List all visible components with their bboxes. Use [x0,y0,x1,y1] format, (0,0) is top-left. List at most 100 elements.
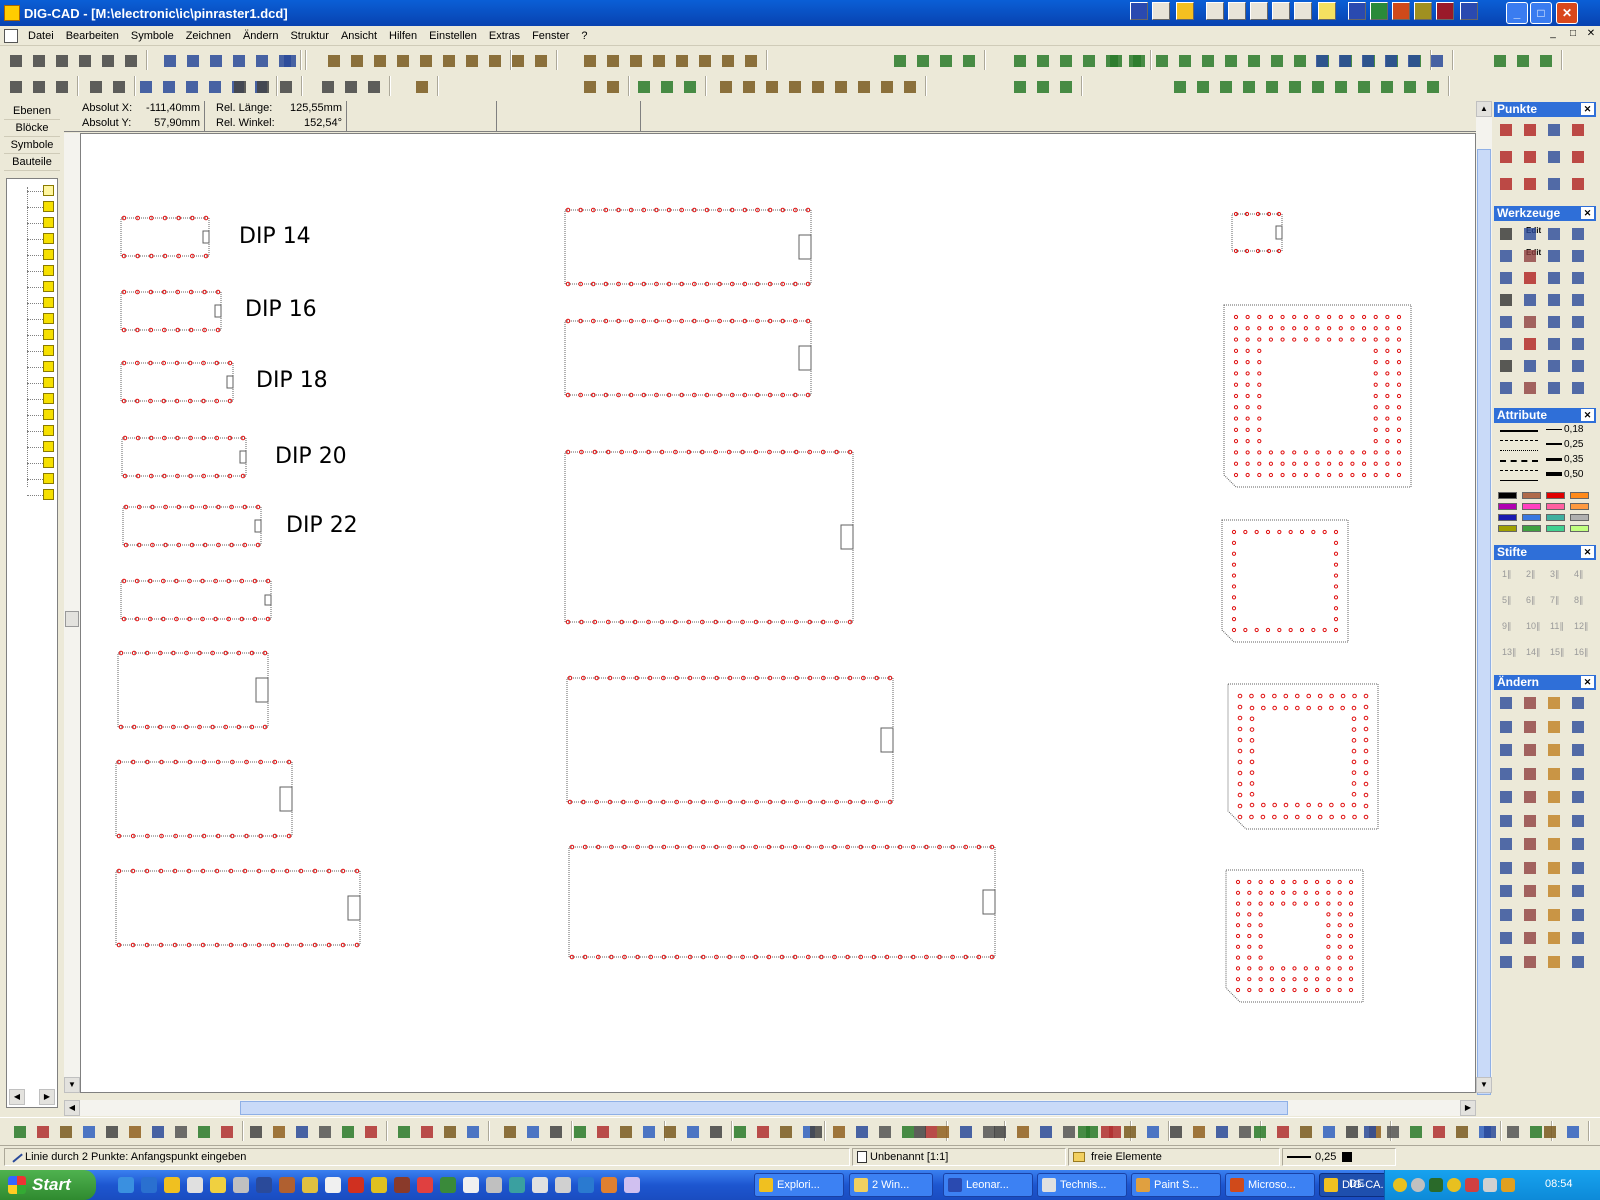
pin-pad[interactable] [1373,461,1378,466]
pin-pad[interactable] [1333,540,1339,545]
toolbar-button[interactable] [1513,51,1531,69]
line-width-018[interactable]: 0,18 [1546,424,1583,435]
modify-tool-icon[interactable] [1568,693,1588,713]
pin-pad[interactable] [1237,803,1243,809]
tray-icon[interactable] [1447,1178,1461,1192]
pin-pad[interactable] [1361,314,1367,320]
toolbar-button[interactable] [1267,51,1285,69]
pin-pad[interactable] [1329,693,1334,699]
pin-pad[interactable] [1257,360,1262,365]
tree-scroll-right[interactable]: ▶ [39,1089,55,1105]
line-width-025[interactable]: 0,25 [1546,439,1583,450]
pen-button[interactable]: 11∥ [1550,621,1564,632]
pin-pad[interactable] [1337,944,1342,949]
pin-pad[interactable] [1269,879,1275,885]
pin-pad[interactable] [1303,901,1308,906]
pin-pad[interactable] [1327,337,1332,342]
toolbar-button[interactable] [1354,77,1372,95]
pin-pad[interactable] [1277,627,1282,633]
pen-button[interactable]: 15∥ [1550,647,1565,658]
tool-icon[interactable] [1496,224,1516,244]
drawing-canvas[interactable]: DIP 14 DIP 16 DIP 18 DIP 20 DIP 22 [80,133,1476,1093]
scroll-right-arrow[interactable]: ▶ [1460,1100,1476,1116]
component-icon[interactable] [43,249,54,260]
pin-pad[interactable] [1245,337,1250,342]
pin-pad[interactable] [1283,802,1289,808]
tool-icon[interactable] [1520,246,1540,266]
toolbar-button[interactable] [1262,77,1280,95]
component-icon[interactable] [43,233,54,244]
menu-struktur[interactable]: Struktur [284,30,335,42]
pin-pad[interactable] [1260,814,1266,820]
quicklaunch-icon[interactable] [463,1177,479,1193]
pin-pad[interactable] [1237,737,1243,743]
pin-pad[interactable] [1373,337,1378,342]
pin-pad[interactable] [1348,901,1354,906]
toolbar-button[interactable] [706,1122,724,1140]
pin-pad[interactable] [1333,617,1339,622]
pin-pad[interactable] [1258,901,1263,906]
color-swatch[interactable] [1546,525,1565,532]
quicklaunch-icon[interactable] [1250,2,1268,20]
toolbar-button[interactable] [1358,51,1376,69]
pin-pad[interactable] [1385,348,1390,353]
pin-pad[interactable] [1235,879,1241,885]
toolbar-button[interactable] [1540,1122,1558,1140]
pin-pad[interactable] [1317,705,1323,711]
tool-icon[interactable] [1496,290,1516,310]
pin-pad[interactable] [1233,371,1239,376]
toolbar-button[interactable] [808,77,826,95]
pin-pad[interactable] [1373,360,1378,365]
pin-pad[interactable] [1258,890,1263,895]
pin-pad[interactable] [1350,461,1355,466]
canvas-vertical-ruler[interactable]: ▼ [64,133,80,1093]
pin-pad[interactable] [1245,427,1250,432]
toolbar-button[interactable] [730,1122,748,1140]
pin-pad[interactable] [1385,427,1390,432]
tool-icon[interactable] [1496,312,1516,332]
toolbar-button[interactable] [603,51,621,69]
modify-tool-icon[interactable] [1544,740,1564,760]
pin-pad[interactable] [1257,472,1262,478]
pin-pad[interactable] [1258,987,1263,993]
pin-pad[interactable] [1373,427,1378,432]
toolbar-button[interactable] [626,51,644,69]
ic-outline[interactable] [1231,213,1283,252]
ic-outline[interactable] [115,761,293,837]
color-swatch[interactable] [1570,492,1589,499]
pin-pad[interactable] [1249,716,1255,722]
pin-pad[interactable] [1337,933,1342,939]
ic-notch[interactable] [202,230,210,244]
color-box[interactable] [1342,1152,1353,1163]
pin-pad[interactable] [1306,705,1311,711]
ic-outline[interactable] [566,677,894,803]
pin-pad[interactable] [1299,529,1305,535]
pin-pad[interactable] [1363,792,1369,798]
menu-zeichnen[interactable]: Zeichnen [180,30,237,42]
modify-tool-icon[interactable] [1520,834,1540,854]
pin-pad[interactable] [1373,371,1378,376]
quicklaunch-icon[interactable] [394,1177,410,1193]
quicklaunch-icon[interactable] [325,1177,341,1193]
toolbar-button[interactable] [1536,51,1554,69]
pin-pad[interactable] [1333,627,1339,633]
tree-scroll-left[interactable]: ◀ [9,1089,25,1105]
toolbar-button[interactable] [440,1122,458,1140]
toolbar-button[interactable] [910,1122,928,1140]
toolbar-button[interactable] [159,77,177,95]
ic-outline[interactable] [121,437,247,477]
pin-pad[interactable] [1249,693,1254,699]
tool-icon[interactable] [1544,312,1564,332]
pin-pad[interactable] [1258,879,1263,885]
pin-pad[interactable] [1292,879,1297,885]
toolbar-button[interactable] [753,1122,771,1140]
pin-pad[interactable] [1237,715,1243,721]
pin-pad[interactable] [1363,726,1369,732]
taskbar-button[interactable]: Leonar... [943,1173,1033,1197]
horizontal-scroll-thumb[interactable] [240,1101,1288,1115]
pin-pad[interactable] [1338,314,1343,320]
pin-pad[interactable] [1280,314,1285,320]
pin-pad[interactable] [1317,802,1323,808]
pin-pad[interactable] [1233,348,1239,353]
toolbar-button[interactable] [86,77,104,95]
